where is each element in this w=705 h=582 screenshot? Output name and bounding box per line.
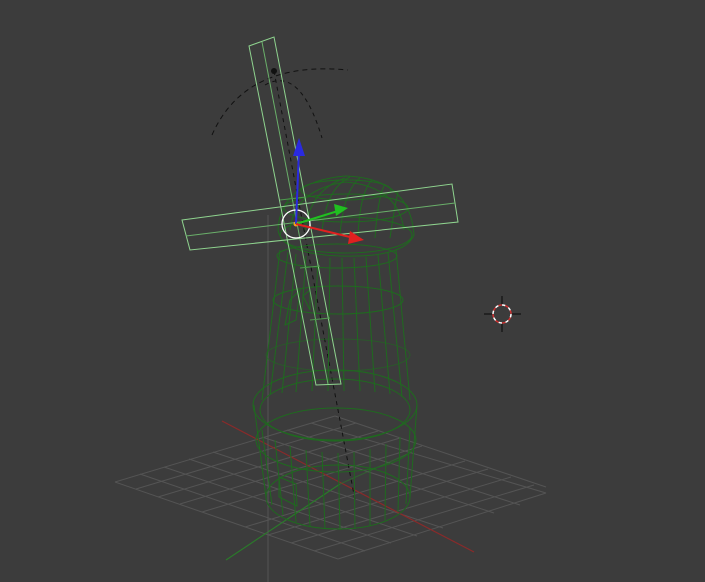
3d-cursor-icon[interactable]: [484, 296, 521, 332]
viewport-canvas[interactable]: [0, 0, 705, 582]
base-bottom-ring: [265, 464, 411, 530]
tower-ring-1: [272, 285, 404, 315]
gizmo-y-arrow[interactable]: [334, 204, 348, 216]
3d-viewport[interactable]: [0, 0, 705, 582]
lamp-arc-inner: [264, 80, 323, 139]
lamp-arc: [211, 68, 349, 136]
floor-grid: [114, 415, 547, 560]
windmill-sails[interactable]: [181, 36, 459, 386]
